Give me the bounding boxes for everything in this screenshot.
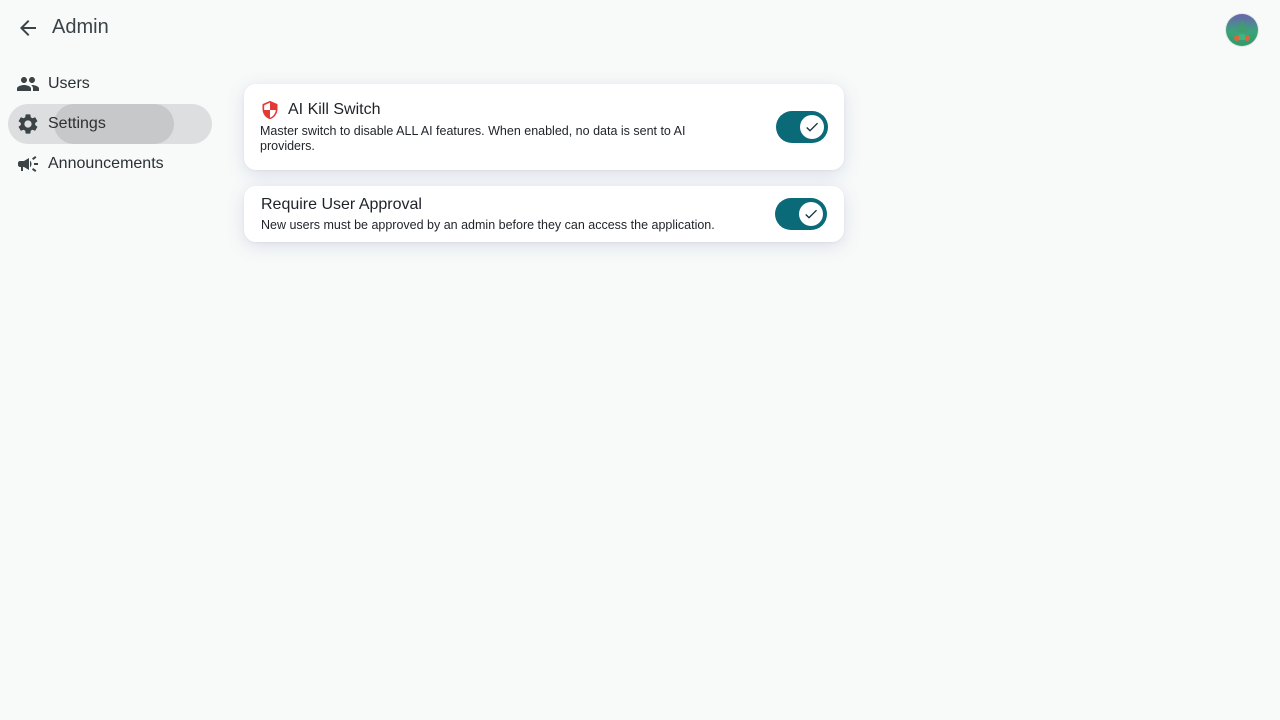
top-bar: Admin (0, 0, 1280, 56)
avatar-image (1226, 14, 1258, 46)
ai-kill-switch-card: AI Kill Switch Master switch to disable … (244, 84, 844, 170)
page-title: Admin (52, 16, 109, 38)
campaign-icon (16, 152, 40, 176)
gear-icon (16, 112, 40, 136)
card-description: New users must be approved by an admin b… (261, 218, 715, 232)
sidebar-item-users[interactable]: Users (8, 64, 212, 104)
sidebar-item-settings[interactable]: Settings (8, 104, 212, 144)
arrow-back-icon (20, 20, 36, 36)
sidebar-item-label: Users (48, 75, 90, 92)
card-text: AI Kill Switch Master switch to disable … (260, 100, 730, 154)
check-icon (806, 122, 818, 132)
sidebar-nav: Users Settings Announcements (8, 64, 212, 184)
require-user-approval-toggle[interactable] (775, 198, 827, 230)
card-title: AI Kill Switch (288, 101, 381, 118)
sidebar-item-label: Announcements (48, 155, 164, 172)
card-text: Require User Approval New users must be … (261, 196, 781, 233)
sidebar-item-label: Settings (48, 115, 106, 132)
card-title: Require User Approval (261, 196, 422, 213)
card-description: Master switch to disable ALL AI features… (260, 124, 686, 153)
toggle-thumb (800, 115, 824, 139)
ai-kill-switch-toggle[interactable] (776, 111, 828, 143)
toggle-thumb (799, 202, 823, 226)
check-icon (805, 209, 817, 219)
require-user-approval-card: Require User Approval New users must be … (244, 186, 844, 242)
back-button[interactable] (12, 12, 44, 44)
shield-icon (262, 100, 278, 120)
user-avatar[interactable] (1226, 14, 1258, 46)
card-title-row: AI Kill Switch (260, 100, 730, 120)
group-icon (16, 72, 40, 96)
sidebar-item-announcements[interactable]: Announcements (8, 144, 212, 184)
